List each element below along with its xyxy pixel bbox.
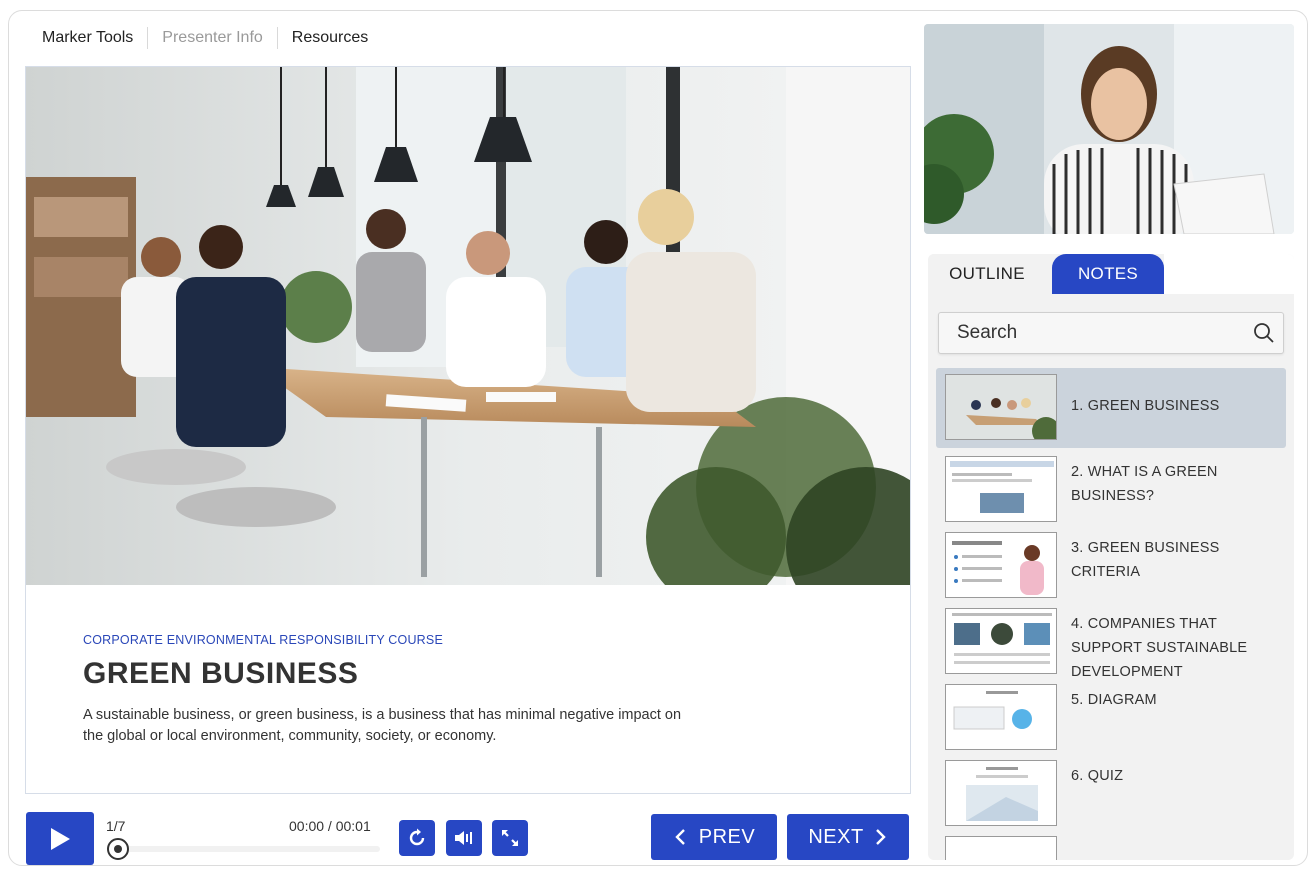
list-item-label: 2. WHAT IS A GREEN BUSINESS? xyxy=(1071,464,1218,504)
progress-track[interactable] xyxy=(118,846,380,852)
slide-thumbnail xyxy=(945,456,1057,522)
slide-thumbnail xyxy=(945,684,1057,750)
list-item[interactable]: 2. WHAT IS A GREEN BUSINESS? xyxy=(936,450,1286,526)
list-item[interactable]: 4. COMPANIES THAT SUPPORT SUSTAINABLE DE… xyxy=(936,602,1286,680)
list-item-label: 6. QUIZ xyxy=(1071,768,1124,784)
top-tabs: Marker Tools Presenter Info Resources xyxy=(28,24,382,52)
list-item[interactable] xyxy=(936,830,1286,860)
fullscreen-icon xyxy=(502,830,518,846)
list-item-label: 4. COMPANIES THAT SUPPORT SUSTAINABLE DE… xyxy=(1071,616,1248,680)
list-item[interactable]: 6. QUIZ xyxy=(936,754,1286,830)
slide-kicker: CORPORATE ENVIRONMENTAL RESPONSIBILITY C… xyxy=(83,633,443,647)
replay-icon xyxy=(409,828,425,846)
play-icon xyxy=(51,827,70,850)
slide-thumbnail xyxy=(945,760,1057,826)
next-label: NEXT xyxy=(808,825,864,848)
volume-button[interactable] xyxy=(446,820,482,856)
slide-thumbnail xyxy=(945,374,1057,440)
search-icon[interactable] xyxy=(1253,322,1275,344)
list-item[interactable]: 5. DIAGRAM xyxy=(936,678,1286,754)
tab-presenter-info[interactable]: Presenter Info xyxy=(148,27,278,49)
side-panel: OUTLINE NOTES 1. GREEN BUSINESS xyxy=(928,254,1294,860)
chevron-left-icon xyxy=(675,829,685,845)
slide-list: 1. GREEN BUSINESS 2. WHAT IS A GREEN BUS… xyxy=(936,368,1286,860)
time-display: 00:00 / 00:01 xyxy=(289,818,371,834)
list-item-label: 5. DIAGRAM xyxy=(1071,692,1157,708)
replay-button[interactable] xyxy=(399,820,435,856)
prev-label: PREV xyxy=(698,825,756,848)
tab-marker-tools[interactable]: Marker Tools xyxy=(28,27,149,49)
slide-thumbnail xyxy=(945,532,1057,598)
slide-body: A sustainable business, or green busines… xyxy=(83,707,682,744)
next-button[interactable]: NEXT xyxy=(787,814,909,860)
slide-text-block: CORPORATE ENVIRONMENTAL RESPONSIBILITY C… xyxy=(83,633,783,747)
panel-header-bg xyxy=(1164,254,1294,294)
slide-photo xyxy=(26,67,910,585)
tab-notes[interactable]: NOTES xyxy=(1052,254,1164,294)
search-input[interactable] xyxy=(939,313,1283,353)
progress-knob[interactable] xyxy=(107,838,129,860)
tab-resources[interactable]: Resources xyxy=(278,27,382,49)
list-item-label: 3. GREEN BUSINESS CRITERIA xyxy=(1071,540,1220,580)
list-item[interactable]: 3. GREEN BUSINESS CRITERIA xyxy=(936,526,1286,602)
volume-icon xyxy=(455,831,472,845)
slide-counter: 1/7 xyxy=(106,818,126,834)
chevron-right-icon xyxy=(875,829,886,845)
list-item-label: 1. GREEN BUSINESS xyxy=(1071,398,1220,414)
play-button[interactable] xyxy=(26,812,94,865)
prev-button[interactable]: PREV xyxy=(651,814,777,860)
slide-headline: GREEN BUSINESS xyxy=(83,657,359,690)
search-box xyxy=(938,312,1284,354)
fullscreen-button[interactable] xyxy=(492,820,528,856)
slide-canvas: CORPORATE ENVIRONMENTAL RESPONSIBILITY C… xyxy=(25,66,911,794)
slide-thumbnail xyxy=(945,836,1057,860)
slide-thumbnail xyxy=(945,608,1057,674)
presenter-video xyxy=(924,24,1294,234)
list-item[interactable]: 1. GREEN BUSINESS xyxy=(936,368,1286,448)
tab-outline[interactable]: OUTLINE xyxy=(928,254,1046,294)
